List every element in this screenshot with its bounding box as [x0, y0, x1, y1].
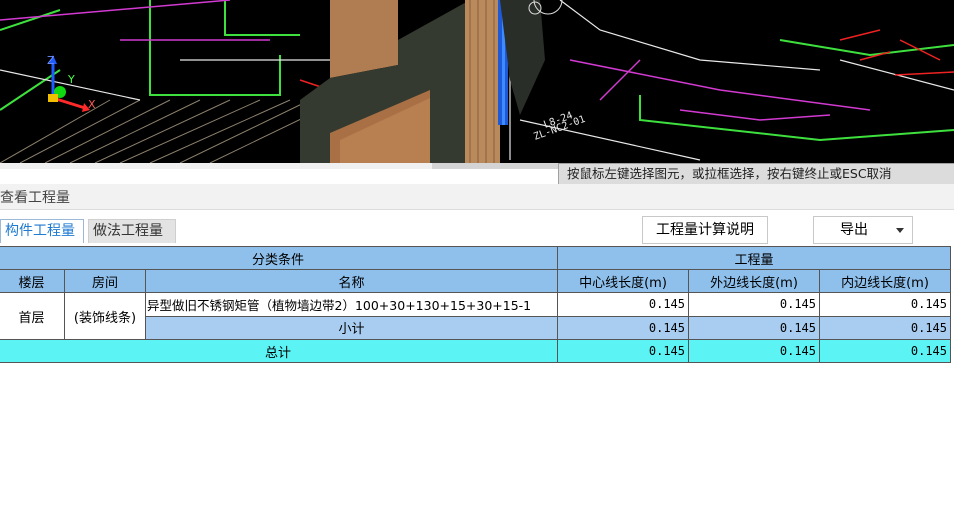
- export-label: 导出: [840, 222, 868, 238]
- axis-gizmo: Z Y X: [47, 54, 96, 112]
- table-row[interactable]: 首层 (装饰线条) 异型做旧不锈钢矩管（植物墙边带2）100+30+130+15…: [0, 292, 951, 340]
- 3d-viewport[interactable]: L8-24 ZL-NC2-01 Z Y X: [0, 0, 954, 163]
- axis-label-x: X: [88, 98, 96, 111]
- table-column-header-row: 楼层 房间 名称 中心线长度(m) 外边线长度(m) 内边线长度(m): [0, 269, 951, 293]
- column-header-inner-length[interactable]: 内边线长度(m): [819, 269, 951, 293]
- column-header-outer-length[interactable]: 外边线长度(m): [688, 269, 820, 293]
- total-outer-length: 0.145: [688, 339, 820, 363]
- column-header-center-length[interactable]: 中心线长度(m): [557, 269, 689, 293]
- subtotal-inner-length: 0.145: [819, 315, 951, 340]
- scrollbar-thumb[interactable]: [0, 163, 432, 169]
- total-label: 总计: [0, 339, 558, 363]
- export-button[interactable]: 导出: [813, 216, 913, 244]
- column-header-floor[interactable]: 楼层: [0, 269, 65, 293]
- axis-label-y: Y: [67, 73, 75, 86]
- table-group-header-row: 分类条件 工程量: [0, 246, 951, 270]
- column-header-name[interactable]: 名称: [145, 269, 558, 293]
- quantity-table: 分类条件 工程量 楼层 房间 名称 中心线长度(m) 外边线长度(m) 内边线长…: [0, 246, 951, 363]
- chevron-down-icon: [896, 228, 904, 233]
- cell-room: (装饰线条): [64, 292, 146, 340]
- subtotal-center-length: 0.145: [557, 315, 689, 340]
- group-header-category: 分类条件: [0, 246, 558, 270]
- group-header-quantity: 工程量: [557, 246, 951, 270]
- total-inner-length: 0.145: [819, 339, 951, 363]
- cell-inner-length: 0.145: [819, 292, 951, 317]
- status-tip: 按鼠标左键选择图元，或拉框选择，按右键终止或ESC取消: [558, 163, 954, 184]
- tab-method-quantity[interactable]: 做法工程量: [88, 219, 176, 243]
- calc-note-button[interactable]: 工程量计算说明: [642, 216, 768, 244]
- cad-drawing: L8-24 ZL-NC2-01 Z Y X: [0, 0, 954, 163]
- cell-center-length: 0.145: [557, 292, 689, 317]
- subtotal-label: 小计: [145, 315, 558, 340]
- panel-titlebar: 查看工程量: [0, 184, 954, 210]
- subtotal-outer-length: 0.145: [688, 315, 820, 340]
- column-header-room[interactable]: 房间: [64, 269, 146, 293]
- cell-floor: 首层: [0, 292, 65, 340]
- total-row: 总计 0.145 0.145 0.145: [0, 339, 951, 363]
- tab-component-quantity[interactable]: 构件工程量: [0, 219, 84, 243]
- cell-outer-length: 0.145: [688, 292, 820, 317]
- cell-name: 异型做旧不锈钢矩管（植物墙边带2）100+30+130+15+30+15-1: [145, 292, 558, 317]
- total-center-length: 0.145: [557, 339, 689, 363]
- panel-title: 查看工程量: [0, 190, 70, 206]
- tab-bar: 构件工程量 做法工程量: [0, 210, 954, 246]
- axis-label-z: Z: [47, 54, 55, 67]
